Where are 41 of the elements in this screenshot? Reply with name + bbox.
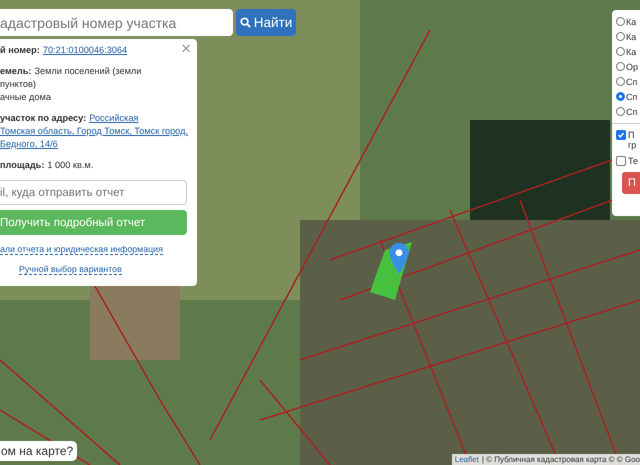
search-field[interactable]: адастровый номер участка [0, 9, 233, 36]
field-value: Земли поселений (земли [34, 66, 142, 76]
radio-button[interactable] [616, 92, 625, 101]
radio-button[interactable] [616, 107, 625, 116]
field-value: 1 000 кв.м. [47, 160, 94, 170]
layer-label: Ор [626, 62, 638, 72]
radio-button[interactable] [616, 47, 625, 56]
leaflet-link[interactable]: Leaflet [454, 455, 479, 464]
field-link[interactable]: Томская область, Город Томск, Томск город, [0, 125, 188, 138]
field-value: ачные дома [0, 91, 52, 104]
radio-button[interactable] [616, 17, 625, 26]
layer-label: Ка [626, 16, 636, 26]
layer-label: Сп [626, 106, 638, 116]
layer-label: Сп [626, 76, 638, 86]
search-icon [240, 17, 251, 28]
field-value: пунктов) [0, 78, 37, 91]
field-label: емель: [0, 66, 32, 76]
info-link[interactable]: Ручной выбор вариантов [19, 264, 122, 275]
checkbox[interactable] [616, 156, 626, 166]
radio-button[interactable] [616, 62, 625, 71]
help-tooltip[interactable]: ом на карте? [0, 441, 78, 461]
checkbox[interactable] [616, 130, 626, 140]
attribution-text: | © Публичная кадастровая карта © © Goo [482, 455, 640, 464]
field-link[interactable]: Бедного, 14/6 [0, 138, 58, 151]
layer-label: Ка [626, 32, 636, 42]
field-link[interactable]: Российская [89, 113, 138, 123]
layer-label: Ка [626, 46, 636, 56]
field-label: площадь: [0, 160, 44, 170]
apply-button[interactable]: П [622, 172, 640, 194]
layer-label: Сп [626, 92, 638, 102]
map-pin-icon[interactable] [389, 243, 409, 274]
search-button[interactable]: Найти [236, 9, 296, 36]
radio-button[interactable] [616, 32, 625, 41]
field-label: й номер: [0, 45, 40, 55]
checkbox-label: Те [628, 156, 638, 166]
email-field[interactable]: il, куда отправить отчет [0, 180, 187, 205]
field-link[interactable]: 70:21:0100046:3064 [42, 45, 128, 55]
checkbox-label: П гр [628, 130, 636, 150]
radio-button[interactable] [616, 77, 625, 86]
field-label: участок по адресу: [0, 113, 86, 123]
info-link[interactable]: али отчета и юридическая информация [0, 244, 163, 255]
